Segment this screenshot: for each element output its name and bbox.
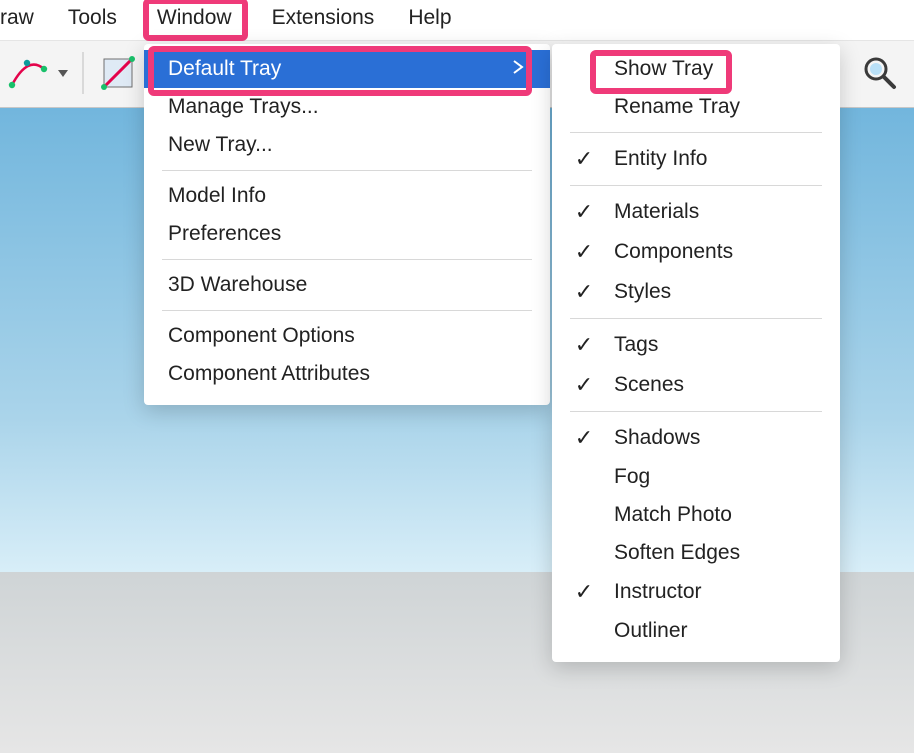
submenu-scenes-label: Scenes [614, 373, 684, 397]
check-icon: ✓ [570, 279, 598, 305]
submenu-shadows[interactable]: ✓ Shadows [552, 418, 840, 458]
window-menu-dropdown: Default Tray Manage Trays... New Tray...… [144, 44, 550, 405]
menu-separator [162, 170, 532, 171]
menu-model-info-label: Model Info [168, 184, 266, 208]
menu-separator [570, 411, 822, 412]
arc-icon [6, 51, 50, 95]
submenu-show-tray[interactable]: Show Tray [552, 50, 840, 88]
edge-tool-button[interactable] [94, 49, 142, 97]
toolbar-separator [82, 52, 84, 94]
menu-window-label: Window [157, 6, 232, 29]
submenu-arrow-icon [512, 58, 524, 81]
menu-component-attributes-label: Component Attributes [168, 362, 370, 386]
submenu-soften-edges-label: Soften Edges [614, 541, 740, 565]
submenu-rename-tray[interactable]: Rename Tray [552, 88, 840, 126]
check-icon: ✓ [570, 332, 598, 358]
menu-preferences[interactable]: Preferences [144, 215, 550, 253]
menu-separator [570, 185, 822, 186]
submenu-styles-label: Styles [614, 280, 671, 304]
arc-tool-dropdown[interactable] [58, 70, 68, 77]
menu-separator [570, 318, 822, 319]
submenu-fog-label: Fog [614, 465, 650, 489]
check-icon: ✓ [570, 199, 598, 225]
menu-component-attributes[interactable]: Component Attributes [144, 355, 550, 393]
submenu-shadows-label: Shadows [614, 426, 700, 450]
submenu-show-tray-label: Show Tray [614, 57, 713, 81]
menu-tools[interactable]: Tools [68, 6, 117, 30]
check-icon: ✓ [570, 425, 598, 451]
menu-manage-trays-label: Manage Trays... [168, 95, 319, 119]
menu-new-tray[interactable]: New Tray... [144, 126, 550, 164]
submenu-styles[interactable]: ✓ Styles [552, 272, 840, 312]
check-icon: ✓ [570, 146, 598, 172]
submenu-match-photo-label: Match Photo [614, 503, 732, 527]
submenu-entity-info[interactable]: ✓ Entity Info [552, 139, 840, 179]
menu-draw[interactable]: raw [0, 6, 34, 30]
submenu-outliner[interactable]: Outliner [552, 612, 840, 650]
search-icon [860, 53, 900, 93]
menu-window-highlight: Window [143, 0, 248, 41]
submenu-instructor-label: Instructor [614, 580, 702, 604]
submenu-fog[interactable]: Fog [552, 458, 840, 496]
submenu-components[interactable]: ✓ Components [552, 232, 840, 272]
menu-3d-warehouse[interactable]: 3D Warehouse [144, 266, 550, 304]
menu-component-options[interactable]: Component Options [144, 317, 550, 355]
menu-3d-warehouse-label: 3D Warehouse [168, 273, 307, 297]
edge-icon [96, 51, 140, 95]
submenu-components-label: Components [614, 240, 733, 264]
menubar: raw Tools Window Extensions Help [0, 0, 914, 40]
menu-separator [570, 132, 822, 133]
submenu-rename-tray-label: Rename Tray [614, 95, 740, 119]
menu-default-tray-label: Default Tray [168, 57, 281, 81]
menu-help[interactable]: Help [408, 6, 451, 30]
submenu-match-photo[interactable]: Match Photo [552, 496, 840, 534]
check-icon: ✓ [570, 239, 598, 265]
menu-component-options-label: Component Options [168, 324, 355, 348]
submenu-instructor[interactable]: ✓ Instructor [552, 572, 840, 612]
menu-model-info[interactable]: Model Info [144, 177, 550, 215]
submenu-scenes[interactable]: ✓ Scenes [552, 365, 840, 405]
menu-separator [162, 310, 532, 311]
check-icon: ✓ [570, 579, 598, 605]
menu-preferences-label: Preferences [168, 222, 281, 246]
arc-tool-button[interactable] [4, 49, 52, 97]
check-icon: ✓ [570, 372, 598, 398]
menu-new-tray-label: New Tray... [168, 133, 273, 157]
submenu-materials-label: Materials [614, 200, 699, 224]
menu-manage-trays[interactable]: Manage Trays... [144, 88, 550, 126]
menu-separator [162, 259, 532, 260]
submenu-materials[interactable]: ✓ Materials [552, 192, 840, 232]
default-tray-submenu: Show Tray Rename Tray ✓ Entity Info ✓ Ma… [552, 44, 840, 662]
search-button[interactable] [856, 49, 904, 97]
submenu-soften-edges[interactable]: Soften Edges [552, 534, 840, 572]
menu-default-tray[interactable]: Default Tray [144, 50, 550, 88]
submenu-tags-label: Tags [614, 333, 658, 357]
submenu-entity-info-label: Entity Info [614, 147, 707, 171]
submenu-tags[interactable]: ✓ Tags [552, 325, 840, 365]
submenu-outliner-label: Outliner [614, 619, 688, 643]
menu-window[interactable]: Window [151, 6, 238, 30]
menu-extensions[interactable]: Extensions [272, 6, 375, 30]
